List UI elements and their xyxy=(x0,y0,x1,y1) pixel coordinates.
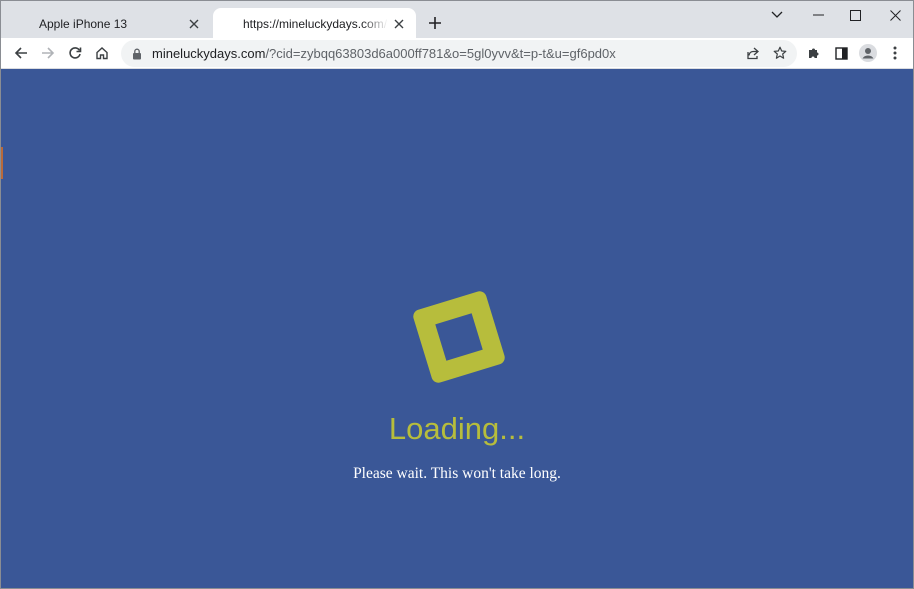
minimize-icon[interactable] xyxy=(804,4,832,26)
tab-title: Apple iPhone 13 xyxy=(39,16,128,31)
forward-arrow-icon[interactable] xyxy=(35,40,61,66)
lock-icon[interactable] xyxy=(129,48,145,60)
share-icon[interactable] xyxy=(741,41,765,65)
extensions-puzzle-icon[interactable] xyxy=(801,40,827,66)
tab-search-chevron-down-icon[interactable] xyxy=(763,4,791,26)
reload-icon[interactable] xyxy=(62,40,88,66)
side-panel-icon[interactable] xyxy=(828,40,854,66)
menu-kebab-icon[interactable] xyxy=(882,40,908,66)
loading-text: Loading... xyxy=(388,411,526,446)
tab-close-icon[interactable] xyxy=(183,13,205,35)
tab-strip: Apple iPhone 13 https://mineluckydays.co… xyxy=(1,1,913,39)
new-tab-button[interactable] xyxy=(423,11,447,35)
wait-message: Please wait. This won't take long. xyxy=(353,465,561,482)
page-content: Loading... Please wait. This won't take … xyxy=(1,69,913,588)
browser-window: Apple iPhone 13 https://mineluckydays.co… xyxy=(0,0,914,589)
back-arrow-icon[interactable] xyxy=(8,40,34,66)
home-icon[interactable] xyxy=(89,40,115,66)
url-text: mineluckydays.com/?cid=zybqq63803d6a000f… xyxy=(152,46,616,61)
tab-title: https://mineluckydays.com/?cid=zybqq6380… xyxy=(243,16,388,31)
url-path: /?cid=zybqq63803d6a000ff781&o=5gl0yvv&t=… xyxy=(265,46,616,61)
address-bar[interactable]: mineluckydays.com/?cid=zybqq63803d6a000f… xyxy=(121,40,797,67)
page-edge-marker xyxy=(1,147,3,179)
loading-spinner-icon xyxy=(409,288,509,391)
close-window-icon[interactable] xyxy=(881,4,909,26)
tab-apple-iphone-13[interactable]: Apple iPhone 13 xyxy=(21,8,211,39)
maximize-icon[interactable] xyxy=(841,4,869,26)
tab-mineluckydays[interactable]: https://mineluckydays.com/?cid=zybqq6380… xyxy=(213,8,416,39)
tab-close-icon[interactable] xyxy=(388,13,410,35)
url-host: mineluckydays.com xyxy=(152,46,266,61)
browser-toolbar: mineluckydays.com/?cid=zybqq63803d6a000f… xyxy=(1,38,913,69)
profile-avatar-icon[interactable] xyxy=(855,40,881,66)
bookmark-star-icon[interactable] xyxy=(768,41,792,65)
